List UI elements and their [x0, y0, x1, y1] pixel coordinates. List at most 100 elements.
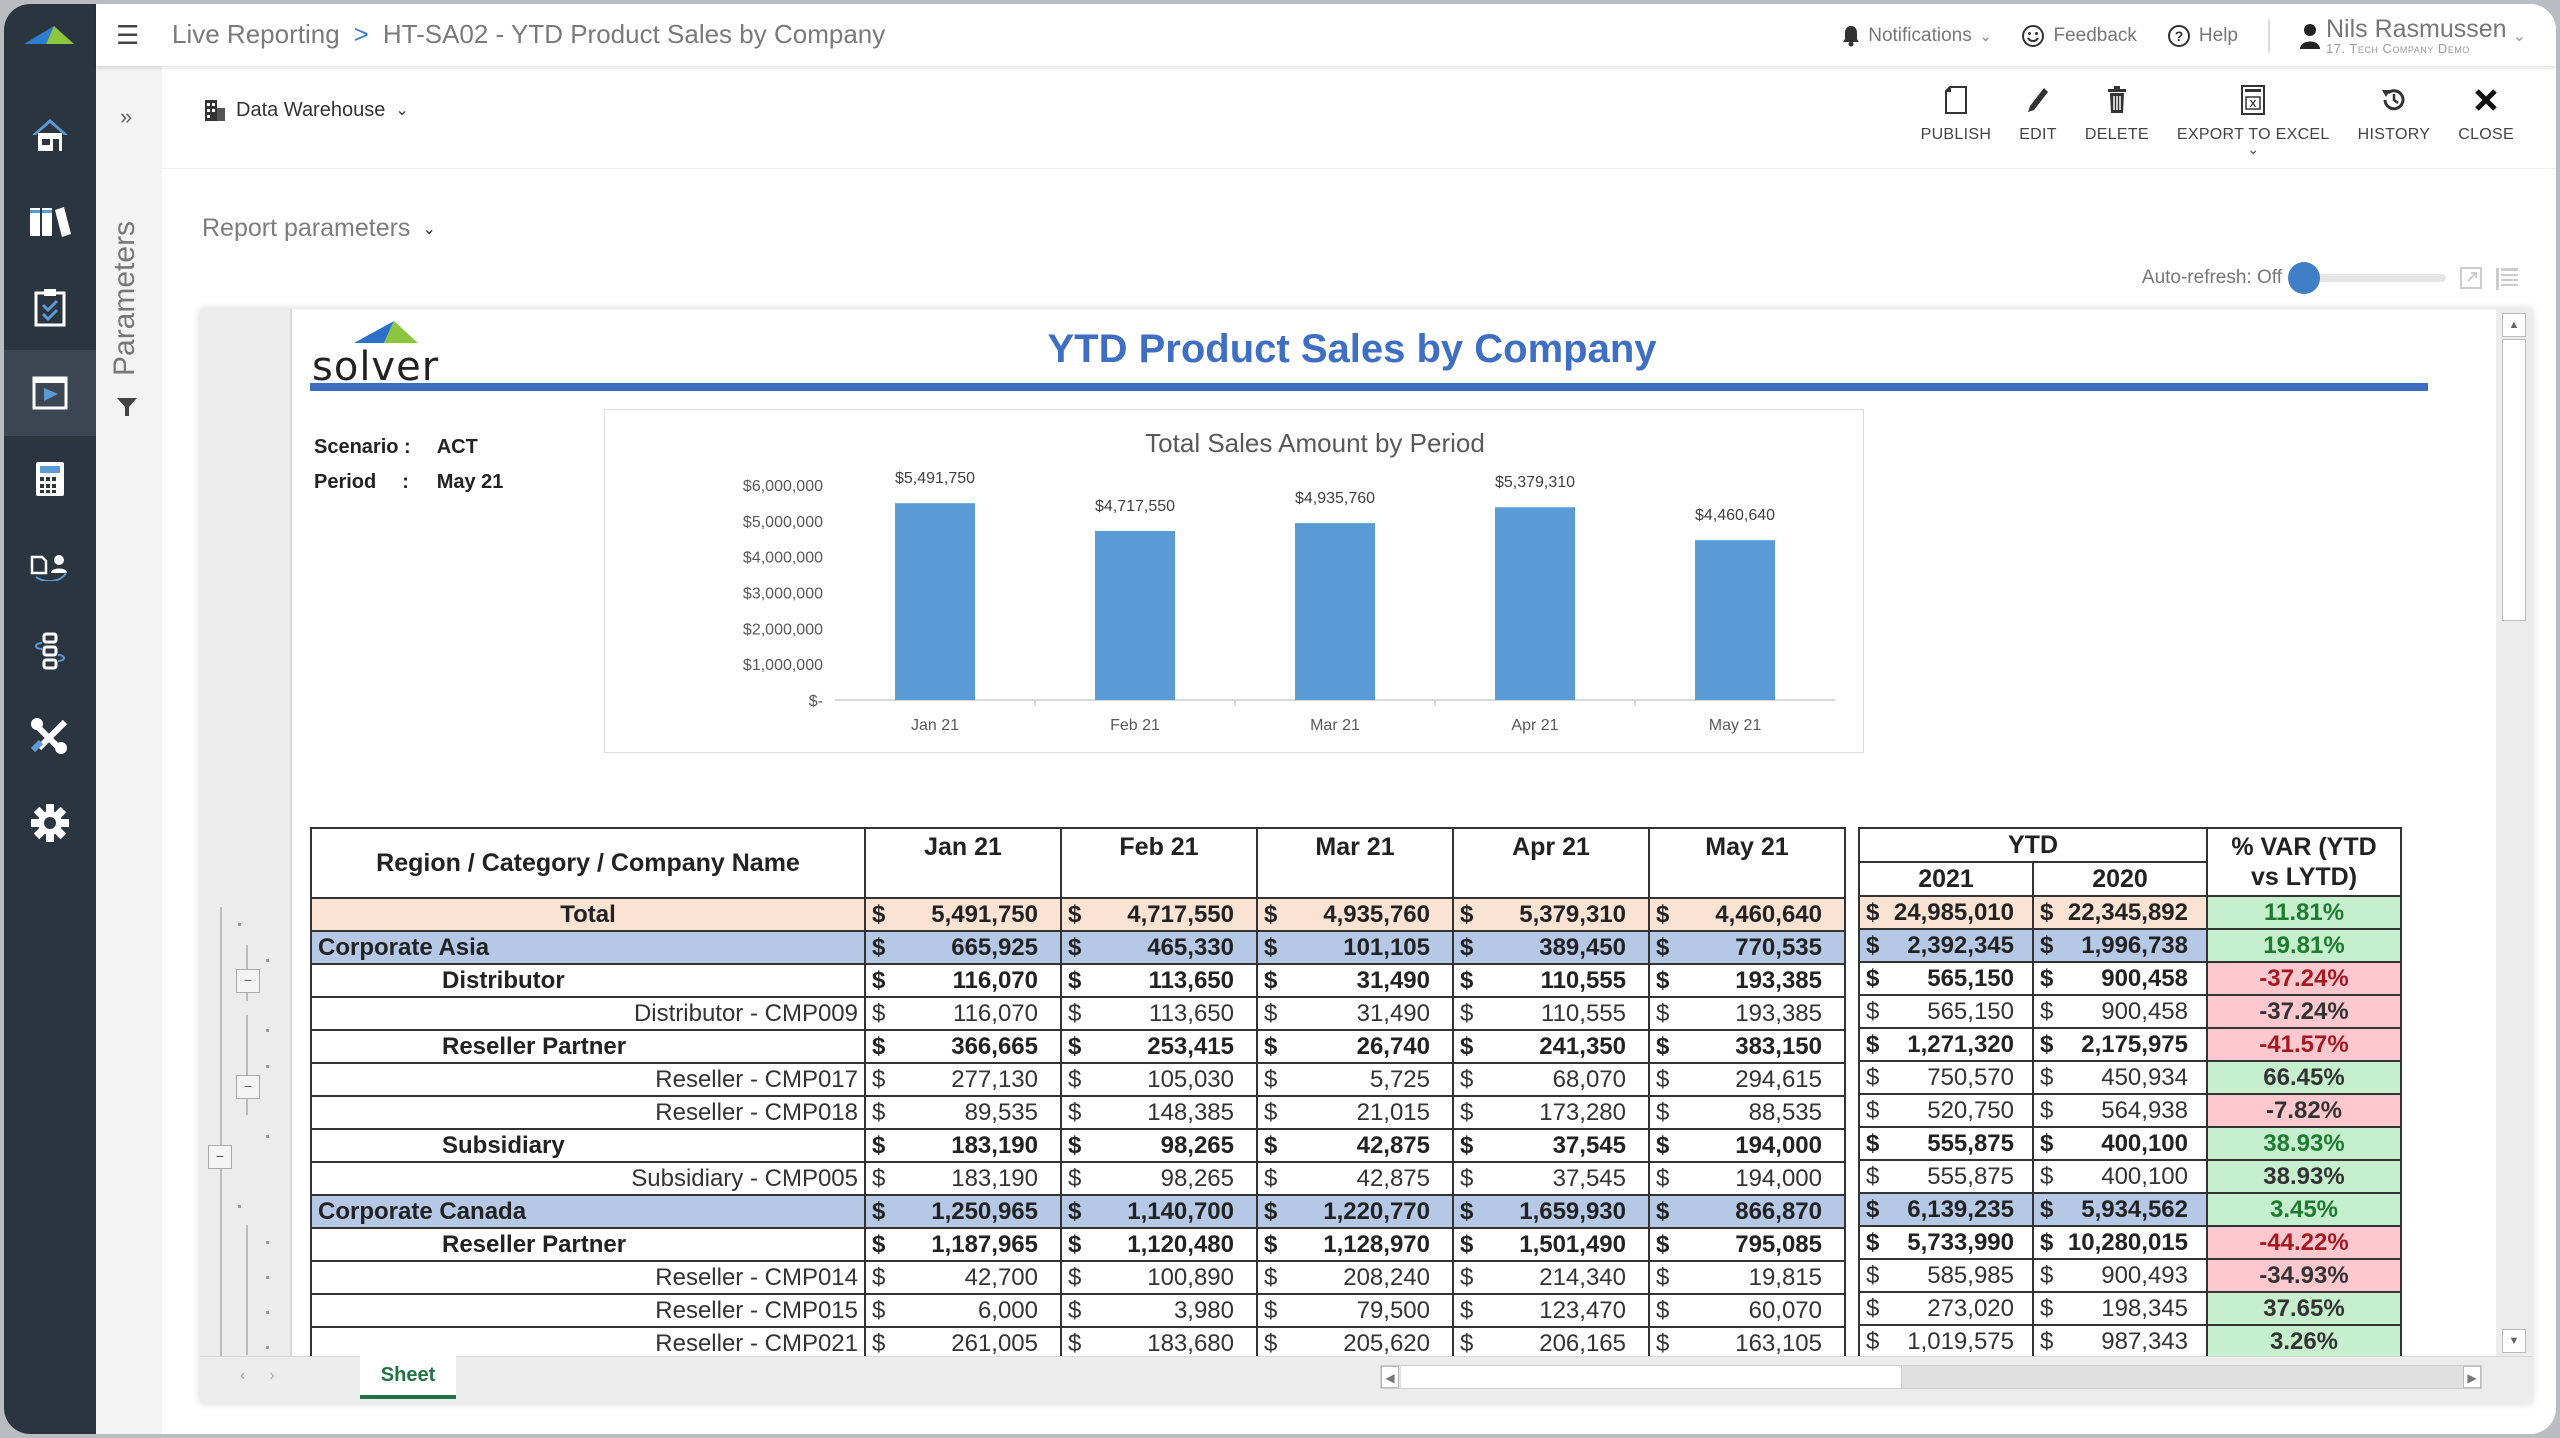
region-row: Corporate Canada $1,250,965 $1,140,700 $1,2…	[310, 1194, 1846, 1229]
currency-symbol: $	[1068, 966, 1082, 994]
solver-logo-icon	[24, 26, 74, 44]
notifications-menu[interactable]: Notifications ⌄	[1842, 25, 1991, 47]
month-value: 4,717,550	[1127, 900, 1234, 928]
outline-dot	[238, 923, 241, 926]
month-value: 89,535	[964, 1098, 1038, 1126]
currency-symbol: $	[1866, 964, 1880, 992]
month-value: 183,190	[951, 1131, 1038, 1159]
month-value-cell: $31,490	[1256, 996, 1454, 1031]
user-menu[interactable]: Nils Rasmussen 17. Tech Company Demo ⌄	[2299, 16, 2526, 56]
app-logo[interactable]	[4, 4, 96, 66]
ytd-value-cell: $2,175,975	[2032, 1027, 2208, 1062]
vertical-scrollbar[interactable]: ▲ ▼	[2496, 309, 2532, 1357]
breadcrumb-live-reporting[interactable]: Live Reporting	[172, 19, 340, 49]
scroll-left-icon[interactable]: ◀	[1381, 1366, 1399, 1388]
ytd-row: $750,570 $450,934 66.45%	[1858, 1060, 2402, 1095]
variance-cell: 3.26%	[2206, 1324, 2402, 1357]
expand-parameters-icon[interactable]: »	[120, 104, 132, 130]
currency-symbol: $	[1866, 1228, 1880, 1256]
currency-symbol: $	[872, 1230, 886, 1258]
currency-symbol: $	[1068, 933, 1082, 961]
month-value-cell: $4,717,550	[1060, 897, 1258, 932]
month-value: 194,000	[1735, 1164, 1822, 1192]
scrollbar-thumb[interactable]	[2502, 339, 2526, 621]
outline-collapse-button[interactable]: −	[236, 1075, 260, 1099]
month-value-cell: $123,470	[1452, 1293, 1650, 1328]
cat-row: Distributor $116,070 $113,650 $31,490 $110,5…	[310, 963, 1846, 998]
sidebar-item-library[interactable]	[4, 178, 96, 264]
month-value: 101,105	[1343, 933, 1430, 961]
company-row: Distributor - CMP009 $116,070 $113,650 $31,…	[310, 996, 1846, 1031]
parameters-label[interactable]: Parameters	[108, 221, 142, 376]
sheet-tab[interactable]: Sheet	[360, 1355, 456, 1399]
sidebar-item-settings[interactable]	[4, 780, 96, 866]
feedback-button[interactable]: Feedback	[2021, 24, 2137, 48]
sidebar-item-reports[interactable]	[4, 350, 96, 436]
currency-symbol: $	[1068, 1230, 1082, 1258]
sidebar-item-forms[interactable]	[4, 522, 96, 608]
month-value: 116,070	[953, 999, 1038, 1027]
sidebar-item-planning[interactable]	[4, 436, 96, 522]
publish-button[interactable]: PUBLISH	[1907, 80, 2006, 154]
ytd-row: $6,139,235 $5,934,562 3.45%	[1858, 1192, 2402, 1227]
horizontal-scrollbar[interactable]: ◀ ▶	[1380, 1365, 2482, 1389]
data-source-dropdown[interactable]: Data Warehouse ⌄	[204, 98, 409, 122]
data-source-label: Data Warehouse	[236, 98, 386, 121]
month-value-cell: $193,385	[1648, 996, 1846, 1031]
currency-symbol: $	[1068, 1329, 1082, 1357]
ytd-row: $5,733,990 $10,280,015 -44.22%	[1858, 1225, 2402, 1260]
expand-icon[interactable]	[2460, 267, 2482, 289]
ytd-value-cell: $400,100	[2032, 1159, 2208, 1194]
help-icon: ?	[2167, 25, 2190, 47]
edit-button[interactable]: EDIT	[2005, 80, 2071, 154]
filter-icon[interactable]	[116, 396, 138, 423]
outline-dot	[266, 1029, 269, 1032]
auto-refresh-toggle[interactable]	[2288, 262, 2446, 294]
ytd-value-cell: $198,345	[2032, 1291, 2208, 1326]
export-to-excel-button[interactable]: X EXPORT TO EXCEL ⌄	[2163, 80, 2344, 156]
history-button[interactable]: HISTORY	[2344, 80, 2445, 154]
variance-cell: 11.81%	[2206, 895, 2402, 930]
column-header-month: Mar 21	[1256, 827, 1454, 899]
sheet-nav-arrows[interactable]: ‹›	[240, 1367, 299, 1385]
delete-button[interactable]: DELETE	[2071, 80, 2163, 154]
ytd-value-cell: $1,019,575	[1858, 1324, 2034, 1357]
sidebar-item-tasks[interactable]	[4, 264, 96, 350]
currency-symbol: $	[1656, 933, 1670, 961]
currency-symbol: $	[872, 1164, 886, 1192]
month-value-cell: $37,545	[1452, 1161, 1650, 1196]
excel-icon: X	[2241, 85, 2266, 115]
month-value: 1,250,965	[931, 1197, 1038, 1225]
sidebar-item-processes[interactable]	[4, 608, 96, 694]
close-button[interactable]: CLOSE	[2444, 80, 2528, 154]
scroll-down-icon[interactable]: ▼	[2502, 1329, 2526, 1353]
scroll-up-icon[interactable]: ▲	[2502, 313, 2526, 337]
month-value-cell: $4,460,640	[1648, 897, 1846, 932]
toggle-knob[interactable]	[2288, 262, 2320, 294]
chart-bar	[1095, 530, 1175, 700]
grid-view-icon[interactable]	[2496, 266, 2518, 290]
month-value-cell: $100,890	[1060, 1260, 1258, 1295]
sidebar	[4, 4, 96, 1434]
outline-collapse-button[interactable]: −	[208, 1145, 232, 1169]
bell-icon	[1843, 26, 1860, 47]
chevron-down-icon[interactable]: ⌄	[2247, 142, 2259, 156]
variance-cell: 66.45%	[2206, 1060, 2402, 1095]
chart-title: Total Sales Amount by Period	[1145, 428, 1485, 458]
scrollbar-thumb[interactable]	[1401, 1366, 1902, 1388]
month-value: 795,085	[1735, 1230, 1822, 1258]
hamburger-menu-icon[interactable]: ☰	[116, 20, 139, 51]
publish-label: PUBLISH	[1920, 126, 1992, 143]
help-button[interactable]: ? Help	[2167, 24, 2238, 48]
scroll-right-icon[interactable]: ▶	[2463, 1366, 2481, 1388]
y-tick-label: $4,000,000	[743, 550, 823, 567]
sidebar-item-home[interactable]	[4, 92, 96, 178]
outline-collapse-button[interactable]: −	[236, 969, 260, 993]
month-value: 389,450	[1539, 933, 1626, 961]
currency-symbol: $	[1264, 900, 1278, 928]
report-parameters-toggle[interactable]: Report parameters ⌄	[202, 214, 436, 243]
outline-line	[220, 907, 222, 1155]
sidebar-item-tools[interactable]	[4, 694, 96, 780]
currency-symbol: $	[1264, 1131, 1278, 1159]
currency-symbol: $	[1460, 1131, 1474, 1159]
